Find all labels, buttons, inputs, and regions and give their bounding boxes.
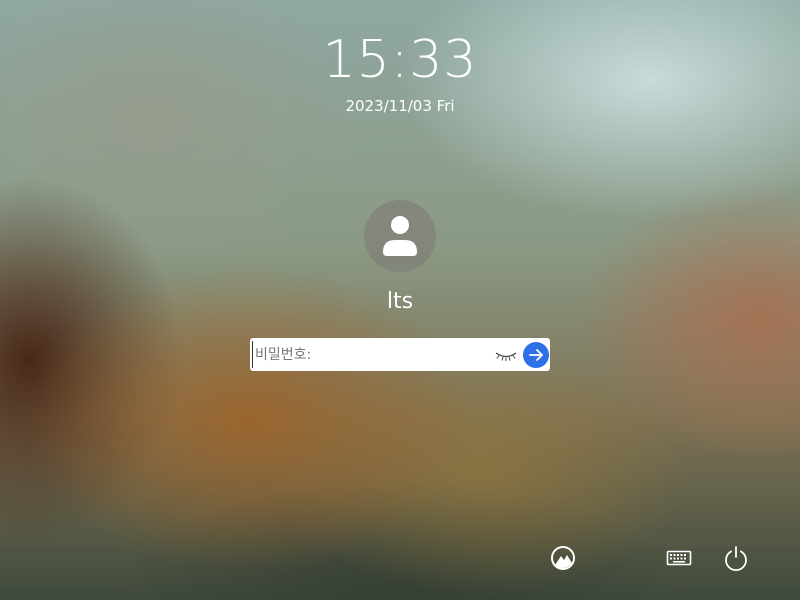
password-input[interactable] xyxy=(252,341,491,368)
keyboard-button[interactable] xyxy=(665,544,693,572)
username-label: lts xyxy=(386,289,414,314)
keyboard-icon xyxy=(666,550,692,566)
clock-time: 15:33 xyxy=(322,30,478,90)
clock-date: 2023/11/03 Fri xyxy=(345,97,455,115)
wallpaper-button[interactable] xyxy=(549,544,577,572)
lock-screen: 15:33 2023/11/03 Fri lts xyxy=(0,0,800,600)
wallpaper-mountain-icon xyxy=(551,546,575,570)
arrow-right-icon xyxy=(529,349,543,361)
password-field[interactable] xyxy=(250,338,550,371)
power-icon xyxy=(725,546,747,572)
eye-closed-icon[interactable] xyxy=(494,346,518,364)
power-button[interactable] xyxy=(722,544,750,572)
submit-button[interactable] xyxy=(523,342,549,368)
user-avatar-icon[interactable] xyxy=(364,200,436,272)
